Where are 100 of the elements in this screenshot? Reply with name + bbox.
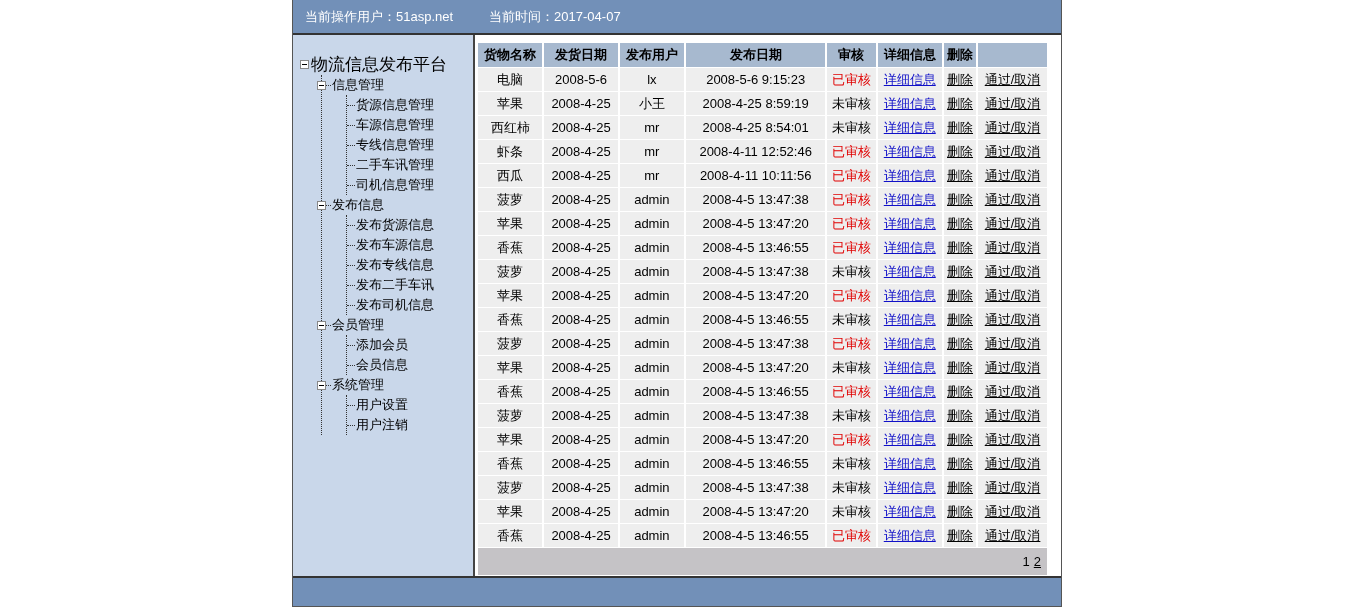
table-cell: admin <box>619 427 685 451</box>
audit-status: 未审核 <box>827 499 876 523</box>
audit-status: 未审核 <box>827 259 876 283</box>
table-cell: admin <box>619 259 685 283</box>
table-cell: 2008-4-5 13:46:55 <box>686 307 826 331</box>
table-cell: 2008-4-5 13:47:38 <box>686 475 826 499</box>
table-cell: admin <box>619 235 685 259</box>
collapse-icon[interactable] <box>317 200 326 210</box>
table-cell: 菠萝 <box>478 331 543 355</box>
tree-root-label[interactable]: 物流信息发布平台 <box>311 52 447 76</box>
table-cell: admin <box>619 379 685 403</box>
current-user-label: 当前操作用户：51asp.net <box>305 7 454 26</box>
table-cell: 苹果 <box>478 355 543 379</box>
table-cell: admin <box>619 307 685 331</box>
audit-status: 已审核 <box>827 139 876 163</box>
table-cell: 2008-4-5 13:47:38 <box>686 331 826 355</box>
table-cell: 苹果 <box>478 427 543 451</box>
table-cell: 2008-4-25 <box>544 451 618 475</box>
current-time-label: 当前时间：2017-04-07 <box>489 7 621 26</box>
column-header: 货物名称 <box>478 43 543 67</box>
tree-group-label[interactable]: 系统管理 <box>332 376 384 394</box>
table-cell: 2008-4-25 <box>544 211 618 235</box>
column-header: 审核 <box>827 43 876 67</box>
table-cell: 西红柿 <box>478 115 543 139</box>
table-cell: 2008-4-5 13:47:38 <box>686 187 826 211</box>
tree-item-link[interactable]: 会员信息 <box>356 356 408 374</box>
table-cell: 香蕉 <box>478 451 543 475</box>
table-cell: mr <box>619 115 685 139</box>
table-cell: 菠萝 <box>478 403 543 427</box>
table-cell: 2008-4-25 <box>544 331 618 355</box>
audit-status: 已审核 <box>827 163 876 187</box>
page-link[interactable]: 2 <box>1033 554 1041 569</box>
audit-status: 已审核 <box>827 427 876 451</box>
table-cell: 2008-4-25 <box>544 523 618 547</box>
audit-status: 未审核 <box>827 475 876 499</box>
tree-group-label[interactable]: 发布信息 <box>332 196 384 214</box>
table-cell: 小王 <box>619 91 685 115</box>
collapse-icon[interactable] <box>317 80 326 90</box>
collapse-icon[interactable] <box>317 380 326 390</box>
table-cell: 2008-4-11 12:52:46 <box>686 139 826 163</box>
column-header: 发布用户 <box>619 43 685 67</box>
tree-item-link[interactable]: 用户设置 <box>356 396 408 414</box>
collapse-icon[interactable] <box>300 59 309 69</box>
tree-item-link[interactable]: 发布司机信息 <box>356 296 434 314</box>
audit-status: 已审核 <box>827 235 876 259</box>
column-header: 详细信息 <box>877 43 942 67</box>
tree-group-label[interactable]: 信息管理 <box>332 76 384 94</box>
tree-item-link[interactable]: 发布专线信息 <box>356 256 434 274</box>
table-cell: 苹果 <box>478 211 543 235</box>
tree-item-link[interactable]: 二手车讯管理 <box>356 156 434 174</box>
table-cell: 西瓜 <box>478 163 543 187</box>
table-cell: 苹果 <box>478 91 543 115</box>
table-cell: 香蕉 <box>478 307 543 331</box>
table-cell: 2008-4-5 13:46:55 <box>686 235 826 259</box>
audit-status: 已审核 <box>827 283 876 307</box>
table-cell: 菠萝 <box>478 259 543 283</box>
audit-status: 已审核 <box>827 187 876 211</box>
column-header: 删除 <box>943 43 977 67</box>
table-cell: 2008-4-25 <box>544 379 618 403</box>
table-cell: 菠萝 <box>478 475 543 499</box>
tree-item-link[interactable]: 添加会员 <box>356 336 408 354</box>
table-cell: admin <box>619 475 685 499</box>
page-link[interactable]: 1 <box>1022 554 1030 569</box>
collapse-icon[interactable] <box>317 320 326 330</box>
table-cell: 2008-4-25 <box>544 91 618 115</box>
table-cell: 2008-4-5 13:46:55 <box>686 451 826 475</box>
audit-status: 未审核 <box>827 307 876 331</box>
table-cell: 2008-4-5 13:47:20 <box>686 211 826 235</box>
table-cell: 香蕉 <box>478 235 543 259</box>
tree-item-link[interactable]: 发布货源信息 <box>356 216 434 234</box>
tree-item-link[interactable]: 用户注销 <box>356 416 408 434</box>
column-header: 发布日期 <box>686 43 826 67</box>
tree-group-label[interactable]: 会员管理 <box>332 316 384 334</box>
table-cell: admin <box>619 523 685 547</box>
audit-status: 已审核 <box>827 211 876 235</box>
tree-item-link[interactable]: 货源信息管理 <box>356 96 434 114</box>
table-cell: 2008-4-25 <box>544 283 618 307</box>
column-header: 发货日期 <box>544 43 618 67</box>
tree-item-link[interactable]: 专线信息管理 <box>356 136 434 154</box>
audit-status: 已审核 <box>827 523 876 547</box>
table-cell: mr <box>619 139 685 163</box>
audit-status: 已审核 <box>827 379 876 403</box>
table-cell: 2008-4-11 10:11:56 <box>686 163 826 187</box>
table-cell: 2008-5-6 <box>544 67 618 91</box>
table-cell: 2008-4-25 <box>544 139 618 163</box>
table-cell: 2008-4-25 8:54:01 <box>686 115 826 139</box>
tree-item-link[interactable]: 司机信息管理 <box>356 176 434 194</box>
tree-item-link[interactable]: 发布车源信息 <box>356 236 434 254</box>
table-cell: 2008-4-5 13:47:20 <box>686 427 826 451</box>
table-cell: 2008-4-25 8:59:19 <box>686 91 826 115</box>
table-cell: 2008-4-5 13:47:20 <box>686 499 826 523</box>
table-cell: 虾条 <box>478 139 543 163</box>
table-cell: 2008-4-5 13:47:38 <box>686 259 826 283</box>
table-cell: 2008-5-6 9:15:23 <box>686 67 826 91</box>
table-cell: 2008-4-5 13:47:38 <box>686 403 826 427</box>
tree-item-link[interactable]: 车源信息管理 <box>356 116 434 134</box>
audit-status: 未审核 <box>827 355 876 379</box>
table-cell: 2008-4-25 <box>544 187 618 211</box>
tree-item-link[interactable]: 发布二手车讯 <box>356 276 434 294</box>
table-cell: admin <box>619 355 685 379</box>
